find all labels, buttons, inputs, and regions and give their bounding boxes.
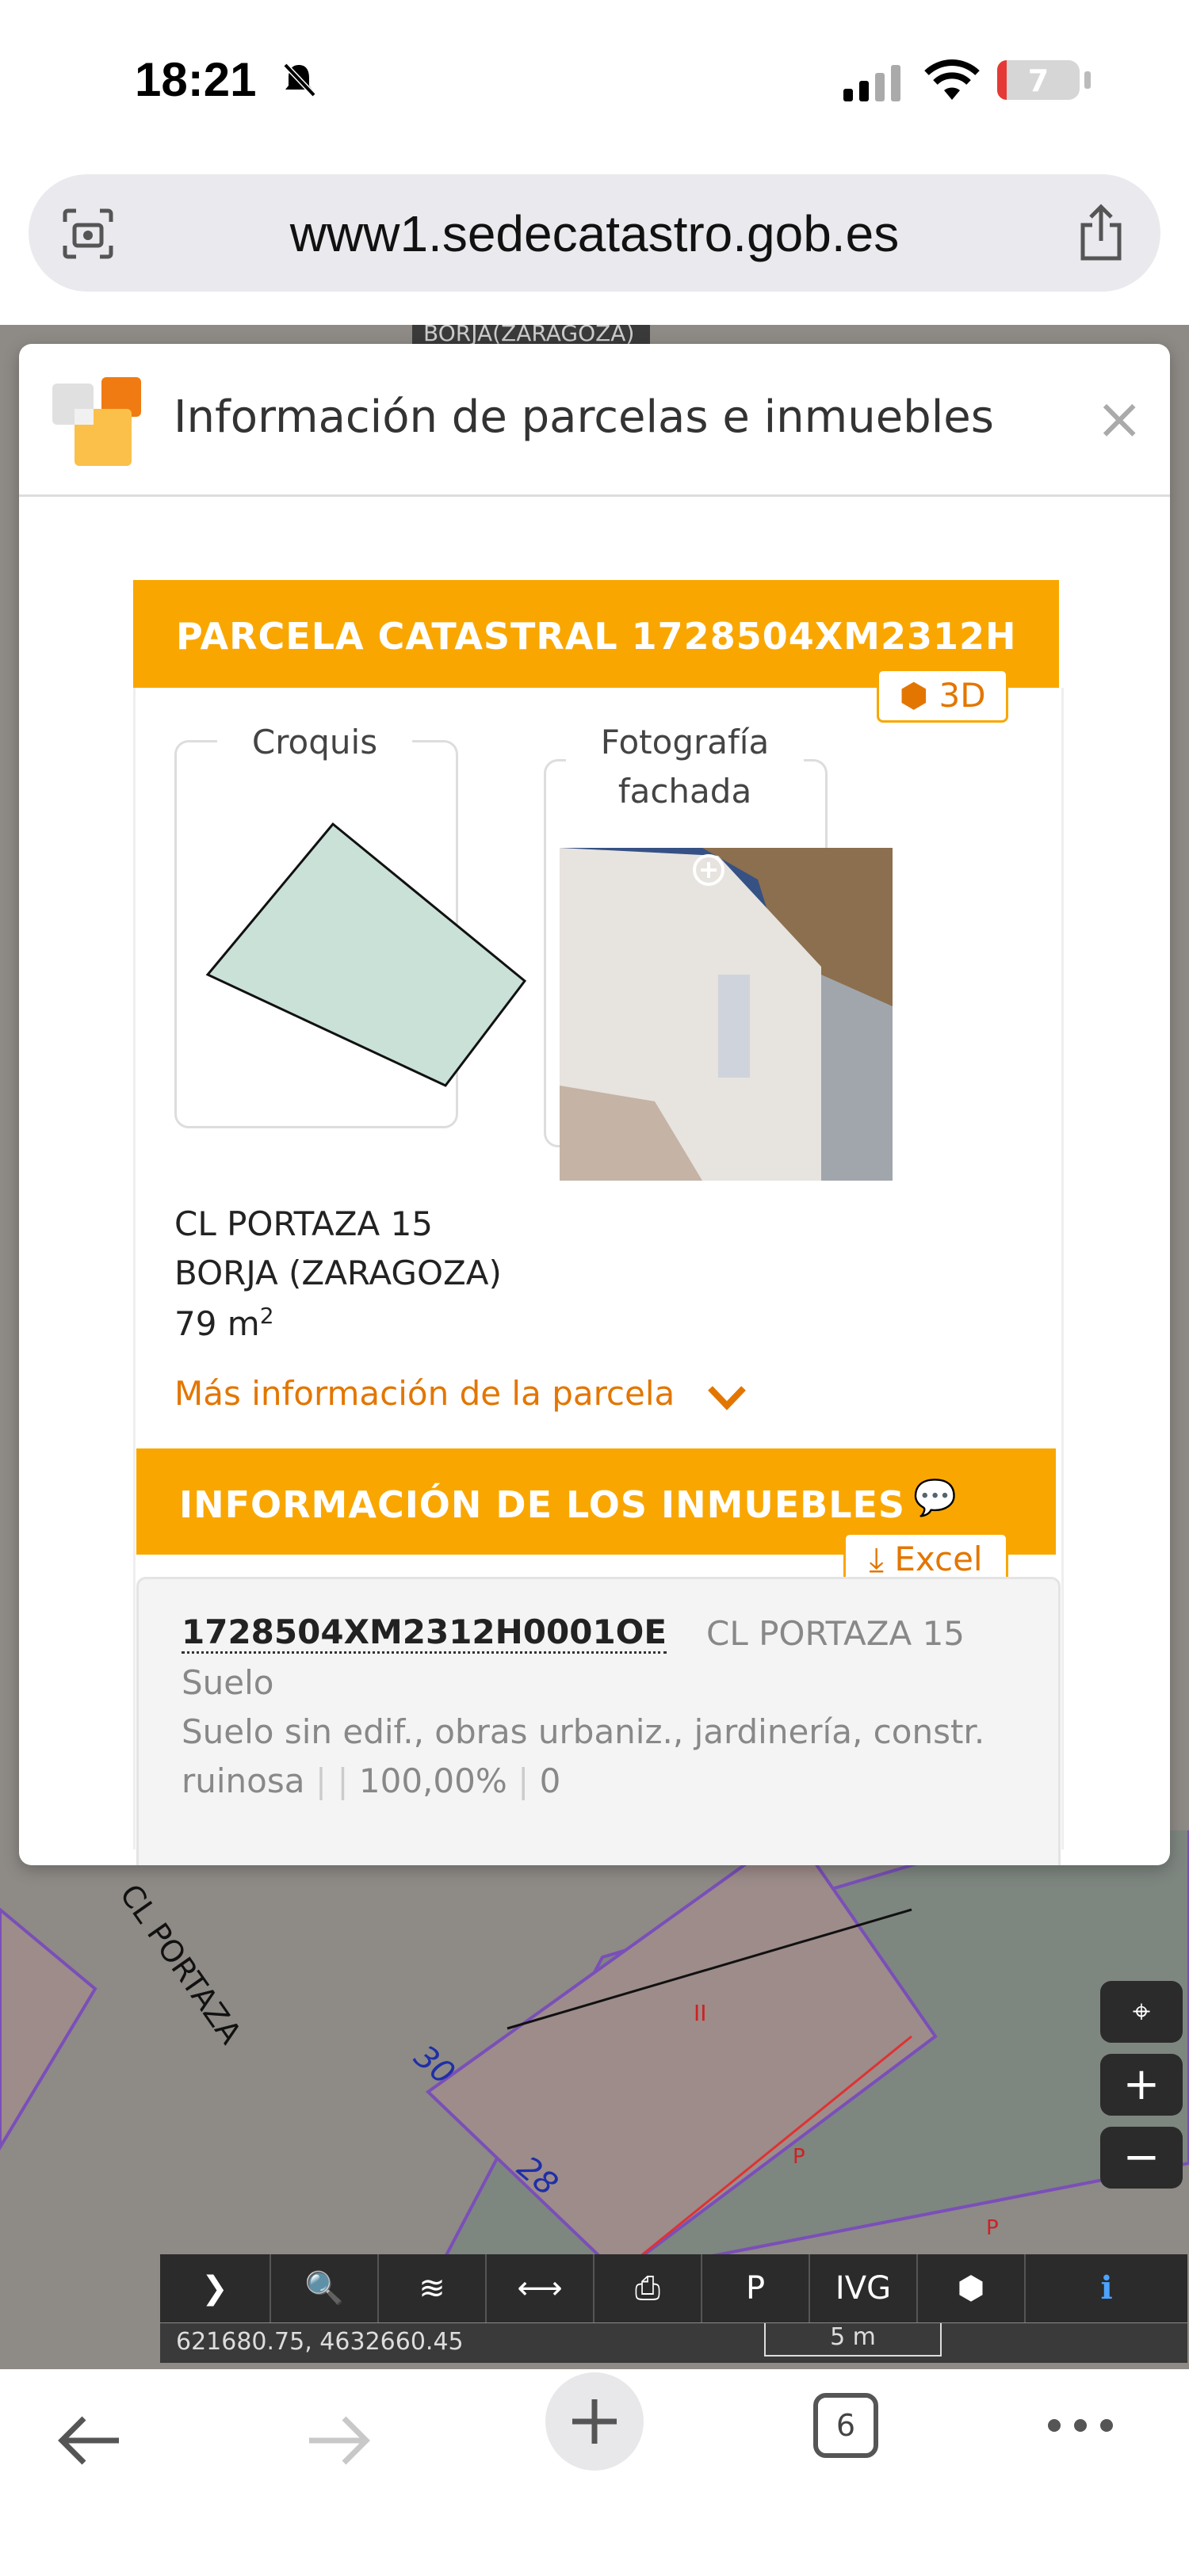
new-tab-button[interactable] (545, 2372, 644, 2471)
photo-label-1: Fotografía (566, 723, 804, 770)
parcel-municipality: BORJA (ZARAGOZA) (174, 1254, 502, 1292)
browser-bottom-bar: 6 (0, 2369, 1189, 2576)
comment-icon[interactable]: 💬 (913, 1477, 958, 1518)
property-details: ruinosa | | 100,00% | 0 (182, 1761, 560, 1800)
separator: | (518, 1761, 530, 1800)
3d-view-button[interactable]: ⬢ 3D (877, 669, 1008, 723)
property-reference-link[interactable]: 1728504XM2312H0001OE (182, 1612, 667, 1654)
back-arrow-icon[interactable] (52, 2409, 124, 2472)
3d-label: 3D (939, 676, 986, 715)
bell-muted-icon (283, 63, 316, 97)
property-card: 1728504XM2312H0001OE CL PORTAZA 15 Suelo… (136, 1577, 1061, 1865)
zoom-in-button[interactable]: + (1100, 2054, 1183, 2116)
close-icon[interactable]: × (1095, 390, 1143, 447)
svg-text:P: P (986, 2216, 999, 2240)
measure-icon[interactable]: ⟷ (487, 2254, 594, 2322)
svg-text:II: II (694, 2000, 707, 2026)
tabs-button[interactable]: 6 (813, 2393, 878, 2458)
zoom-out-button[interactable]: − (1100, 2127, 1183, 2189)
parcel-area: 79 m2 (174, 1303, 274, 1343)
map-footer: 621680.75, 4632660.45 5 m (160, 2323, 1187, 2363)
property-use: Suelo (182, 1663, 274, 1702)
map-parcels: CL PORTAZA 30 28 03 P II P (0, 1830, 1189, 2274)
dialog-title: Información de parcelas e inmuebles (174, 391, 994, 443)
parking-icon[interactable]: P (702, 2254, 810, 2322)
search-icon[interactable]: 🔍 (271, 2254, 379, 2322)
wifi-icon (924, 59, 980, 100)
ivg-button[interactable]: IVG (810, 2254, 918, 2322)
parcel-address: CL PORTAZA 15 (174, 1204, 434, 1243)
parcel-title: PARCELA CATASTRAL 1728504XM2312H (176, 615, 1017, 658)
more-info-label: Más información de la parcela (174, 1374, 675, 1413)
property-percentage: 100,00% (358, 1761, 507, 1800)
svg-text:P: P (793, 2145, 805, 2169)
share-icon[interactable] (1073, 203, 1129, 263)
expand-toolbar-button[interactable]: ❯ (160, 2254, 271, 2322)
parcel-sketch[interactable] (192, 816, 533, 1101)
property-address: CL PORTAZA 15 (706, 1614, 965, 1653)
more-options-icon[interactable] (1045, 2414, 1116, 2437)
signal-icon (843, 65, 900, 101)
properties-title: INFORMACIÓN DE LOS INMUEBLES (179, 1483, 906, 1526)
facade-photo[interactable] (560, 848, 893, 1181)
forward-arrow-icon[interactable] (304, 2409, 376, 2472)
property-desc-end: ruinosa (182, 1761, 305, 1800)
property-value: 0 (539, 1761, 561, 1800)
status-time: 18:21 (135, 53, 257, 106)
chevron-down-icon[interactable] (705, 1382, 748, 1414)
coordinates-readout: 621680.75, 4632660.45 (176, 2328, 464, 2356)
address-bar[interactable]: www1.sedecatastro.gob.es (29, 174, 1160, 292)
property-description: Suelo sin edif., obras urbaniz., jardine… (182, 1712, 985, 1751)
more-parcel-info-link[interactable]: Más información de la parcela (174, 1374, 675, 1413)
battery-icon: 7 (997, 60, 1080, 100)
catastro-logo-icon (52, 377, 141, 466)
plus-icon (572, 2399, 617, 2444)
map-top-label: BORJA(ZARAGOZA) (423, 325, 635, 346)
parcel-info-dialog: Información de parcelas e inmuebles × PA… (19, 344, 1170, 1865)
3d-buildings-icon[interactable]: ⬢ (918, 2254, 1026, 2322)
parcel-area-unit-exponent: 2 (259, 1303, 274, 1329)
download-icon: ⤓ (869, 1540, 895, 1578)
photo-label-2: fachada (617, 772, 752, 811)
separator: | (337, 1761, 349, 1800)
map-toolbar: ❯ 🔍 ≋ ⟷ ⎙ P IVG ⬢ ℹ (160, 2254, 1187, 2322)
battery-level: 7 (1027, 63, 1049, 98)
layers-icon[interactable]: ≋ (379, 2254, 487, 2322)
dialog-header: Información de parcelas e inmuebles × (19, 344, 1170, 497)
cubes-icon: ⬢ (899, 676, 939, 715)
locate-button[interactable]: ⌖ (1100, 1981, 1183, 2043)
status-bar: 18:21 7 (0, 0, 1189, 158)
print-icon[interactable]: ⎙ (594, 2254, 702, 2322)
scale-bar: 5 m (764, 2323, 942, 2357)
info-icon[interactable]: ℹ (1026, 2254, 1187, 2322)
croquis-label: Croquis (217, 723, 412, 770)
separator: | (315, 1761, 327, 1800)
url-text: www1.sedecatastro.gob.es (289, 205, 900, 262)
parcel-area-value: 79 m (174, 1304, 260, 1343)
excel-label: Excel (894, 1540, 983, 1578)
